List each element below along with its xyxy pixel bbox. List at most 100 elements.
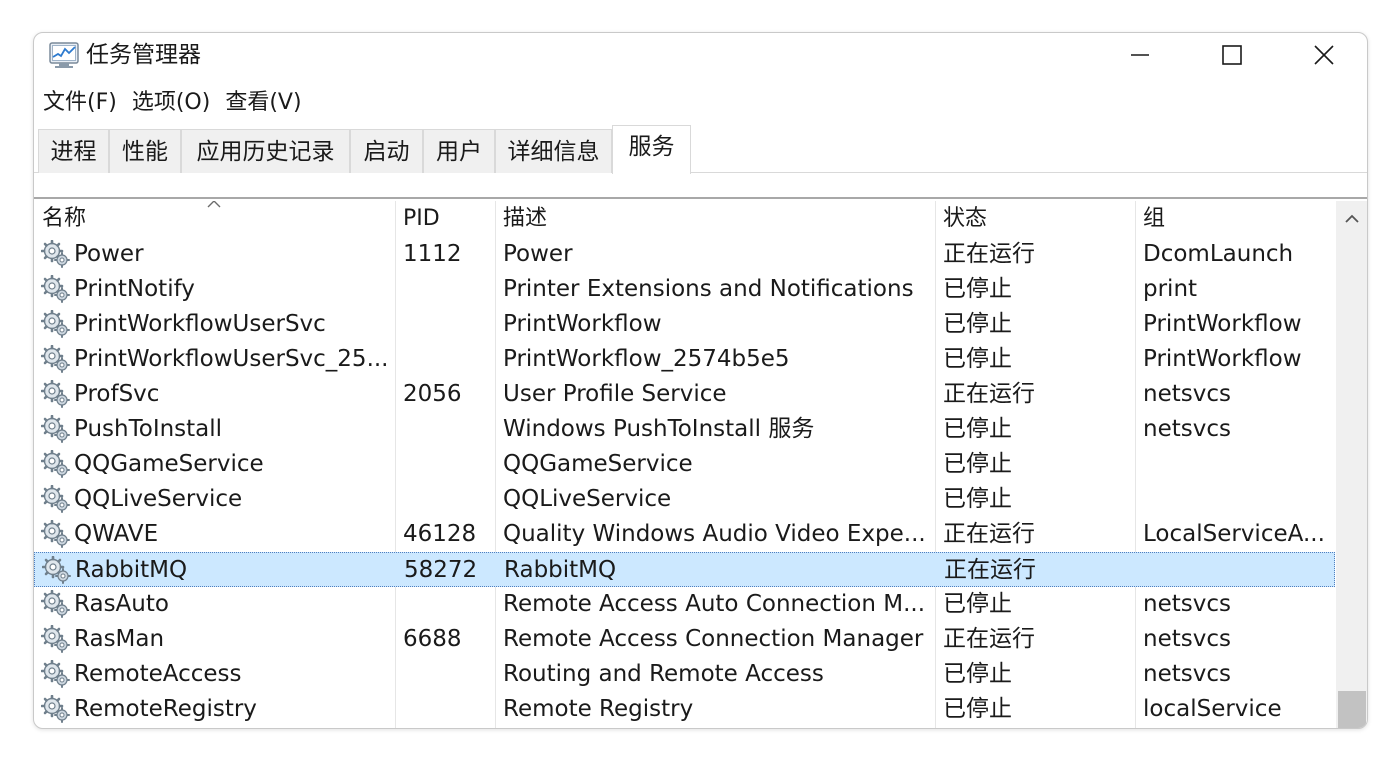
vertical-scrollbar[interactable] — [1336, 201, 1367, 728]
table-row-selected[interactable]: RabbitMQ 58272 RabbitMQ 正在运行 — [34, 552, 1335, 587]
service-gear-icon — [41, 275, 70, 303]
table-row[interactable]: ProfSvc 2056 User Profile Service 正在运行 netsv… — [34, 377, 1335, 412]
table-row[interactable]: PushToInstall Windows PushToInstall 服务 已停止… — [34, 412, 1335, 447]
scrollbar-thumb[interactable] — [1338, 691, 1366, 728]
menu-file[interactable]: 文件(F) — [35, 85, 124, 121]
column-header-name[interactable]: 名称 — [34, 201, 395, 237]
cell-description: QQLiveService — [503, 486, 672, 512]
table-row[interactable]: PrintWorkflowUserSvc PrintWorkflow 已停止 Prin… — [34, 307, 1335, 342]
service-gear-icon — [41, 380, 70, 408]
chevron-up-icon — [1345, 214, 1359, 223]
cell-group: PrintWorkflow — [1143, 346, 1302, 372]
column-header-pid[interactable]: PID — [395, 201, 495, 237]
cell-group: LocalServiceA... — [1143, 521, 1325, 547]
cell-pid: 2056 — [403, 381, 462, 407]
cell-pid — [403, 482, 495, 517]
cell-description: User Profile Service — [503, 381, 727, 407]
cell-pid — [403, 342, 495, 377]
tab-services[interactable]: 服务 — [612, 125, 691, 174]
cell-pid: 1112 — [403, 241, 462, 267]
task-manager-window: 任务管理器 文件(F) 选项(O) 查看(V) 进程 性能 应用历史记录 启动 … — [33, 32, 1368, 729]
cell-description: QQGameService — [503, 451, 693, 477]
cell-description: Remote Access Auto Connection M... — [503, 591, 926, 617]
tab-bar: 进程 性能 应用历史记录 启动 用户 详细信息 服务 — [34, 125, 1367, 174]
cell-status: 已停止 — [943, 311, 1012, 337]
cell-status: 正在运行 — [943, 381, 1035, 407]
cell-name: RabbitMQ — [75, 557, 188, 583]
cell-description: Remote Registry — [503, 696, 694, 722]
cell-description: Windows PushToInstall 服务 — [503, 416, 815, 442]
table-row[interactable]: RasMan 6688 Remote Access Connection Manag… — [34, 622, 1335, 657]
scroll-up-button[interactable] — [1336, 201, 1367, 237]
column-header-status[interactable]: 状态 — [935, 201, 1135, 237]
maximize-button[interactable] — [1186, 33, 1278, 77]
cell-pid: 6688 — [403, 626, 462, 652]
tab-app-history[interactable]: 应用历史记录 — [181, 129, 350, 173]
cell-status: 已停止 — [943, 486, 1012, 512]
cell-name: RemoteRegistry — [74, 696, 257, 722]
table-body: Power 1112 Power 正在运行 DcomLaunch PrintNotify P… — [34, 237, 1335, 727]
cell-group: netsvcs — [1143, 661, 1231, 687]
cell-group: print — [1143, 276, 1198, 302]
cell-pid: 46128 — [403, 521, 477, 547]
cell-description: Routing and Remote Access — [503, 661, 824, 687]
table-row[interactable]: RasAuto Remote Access Auto Connection M..… — [34, 587, 1335, 622]
menu-options[interactable]: 选项(O) — [125, 85, 217, 121]
cell-group: DcomLaunch — [1143, 241, 1294, 267]
close-icon — [1314, 45, 1334, 65]
close-button[interactable] — [1278, 33, 1367, 77]
table-row[interactable]: RemoteAccess Routing and Remote Access 已停止… — [34, 657, 1335, 692]
service-gear-icon — [41, 485, 70, 513]
table-row[interactable]: PrintNotify Printer Extensions and Notifi… — [34, 272, 1335, 307]
cell-group: netsvcs — [1143, 416, 1231, 442]
cell-status: 正在运行 — [943, 241, 1035, 267]
tab-performance[interactable]: 性能 — [109, 129, 181, 173]
title-bar[interactable]: 任务管理器 — [34, 33, 1367, 77]
tab-content-divider — [34, 174, 1367, 199]
tab-details[interactable]: 详细信息 — [495, 129, 612, 173]
cell-name: PrintNotify — [74, 276, 195, 302]
cell-description: Remote Access Connection Manager — [503, 626, 924, 652]
maximize-icon — [1222, 45, 1242, 65]
cell-description: Power — [503, 241, 573, 267]
cell-status: 已停止 — [943, 416, 1012, 442]
cell-group: netsvcs — [1143, 626, 1231, 652]
service-gear-icon — [41, 520, 70, 548]
cell-status: 已停止 — [943, 451, 1012, 477]
cell-status: 已停止 — [943, 276, 1012, 302]
service-gear-icon — [41, 310, 70, 338]
cell-status: 已停止 — [943, 661, 1012, 687]
table-row[interactable]: QQLiveService QQLiveService 已停止 — [34, 482, 1335, 517]
cell-name: ProfSvc — [74, 381, 160, 407]
table-row[interactable]: QQGameService QQGameService 已停止 — [34, 447, 1335, 482]
cell-group — [1143, 482, 1333, 517]
service-gear-icon — [41, 660, 70, 688]
column-header-name-label: 名称 — [42, 206, 87, 231]
minimize-button[interactable] — [1094, 33, 1186, 77]
column-header-description[interactable]: 描述 — [495, 201, 935, 237]
cell-pid — [403, 657, 495, 692]
cell-pid — [403, 692, 495, 727]
cell-status: 已停止 — [943, 346, 1012, 372]
cell-pid — [403, 307, 495, 342]
tab-processes[interactable]: 进程 — [38, 129, 109, 173]
window-title: 任务管理器 — [86, 42, 201, 68]
cell-pid — [403, 587, 495, 622]
cell-description: Printer Extensions and Notifications — [503, 276, 914, 302]
table-row[interactable]: PrintWorkflowUserSvc_25... PrintWorkflow_… — [34, 342, 1335, 377]
cell-name: QWAVE — [74, 521, 159, 547]
tab-users[interactable]: 用户 — [423, 129, 495, 173]
table-row[interactable]: Power 1112 Power 正在运行 DcomLaunch — [34, 237, 1335, 272]
cell-group: PrintWorkflow — [1143, 311, 1302, 337]
minimize-icon — [1131, 54, 1149, 56]
menu-view[interactable]: 查看(V) — [218, 85, 308, 121]
cell-name: PrintWorkflowUserSvc — [74, 311, 326, 337]
table-row[interactable]: RemoteRegistry Remote Registry 已停止 localSer… — [34, 692, 1335, 727]
tab-startup[interactable]: 启动 — [350, 129, 423, 173]
cell-description: RabbitMQ — [504, 557, 617, 583]
cell-pid — [403, 272, 495, 307]
service-gear-icon — [41, 450, 70, 478]
table-row[interactable]: QWAVE 46128 Quality Windows Audio Video Ex… — [34, 517, 1335, 552]
cell-name: QQLiveService — [74, 486, 243, 512]
column-header-group[interactable]: 组 — [1135, 201, 1335, 237]
